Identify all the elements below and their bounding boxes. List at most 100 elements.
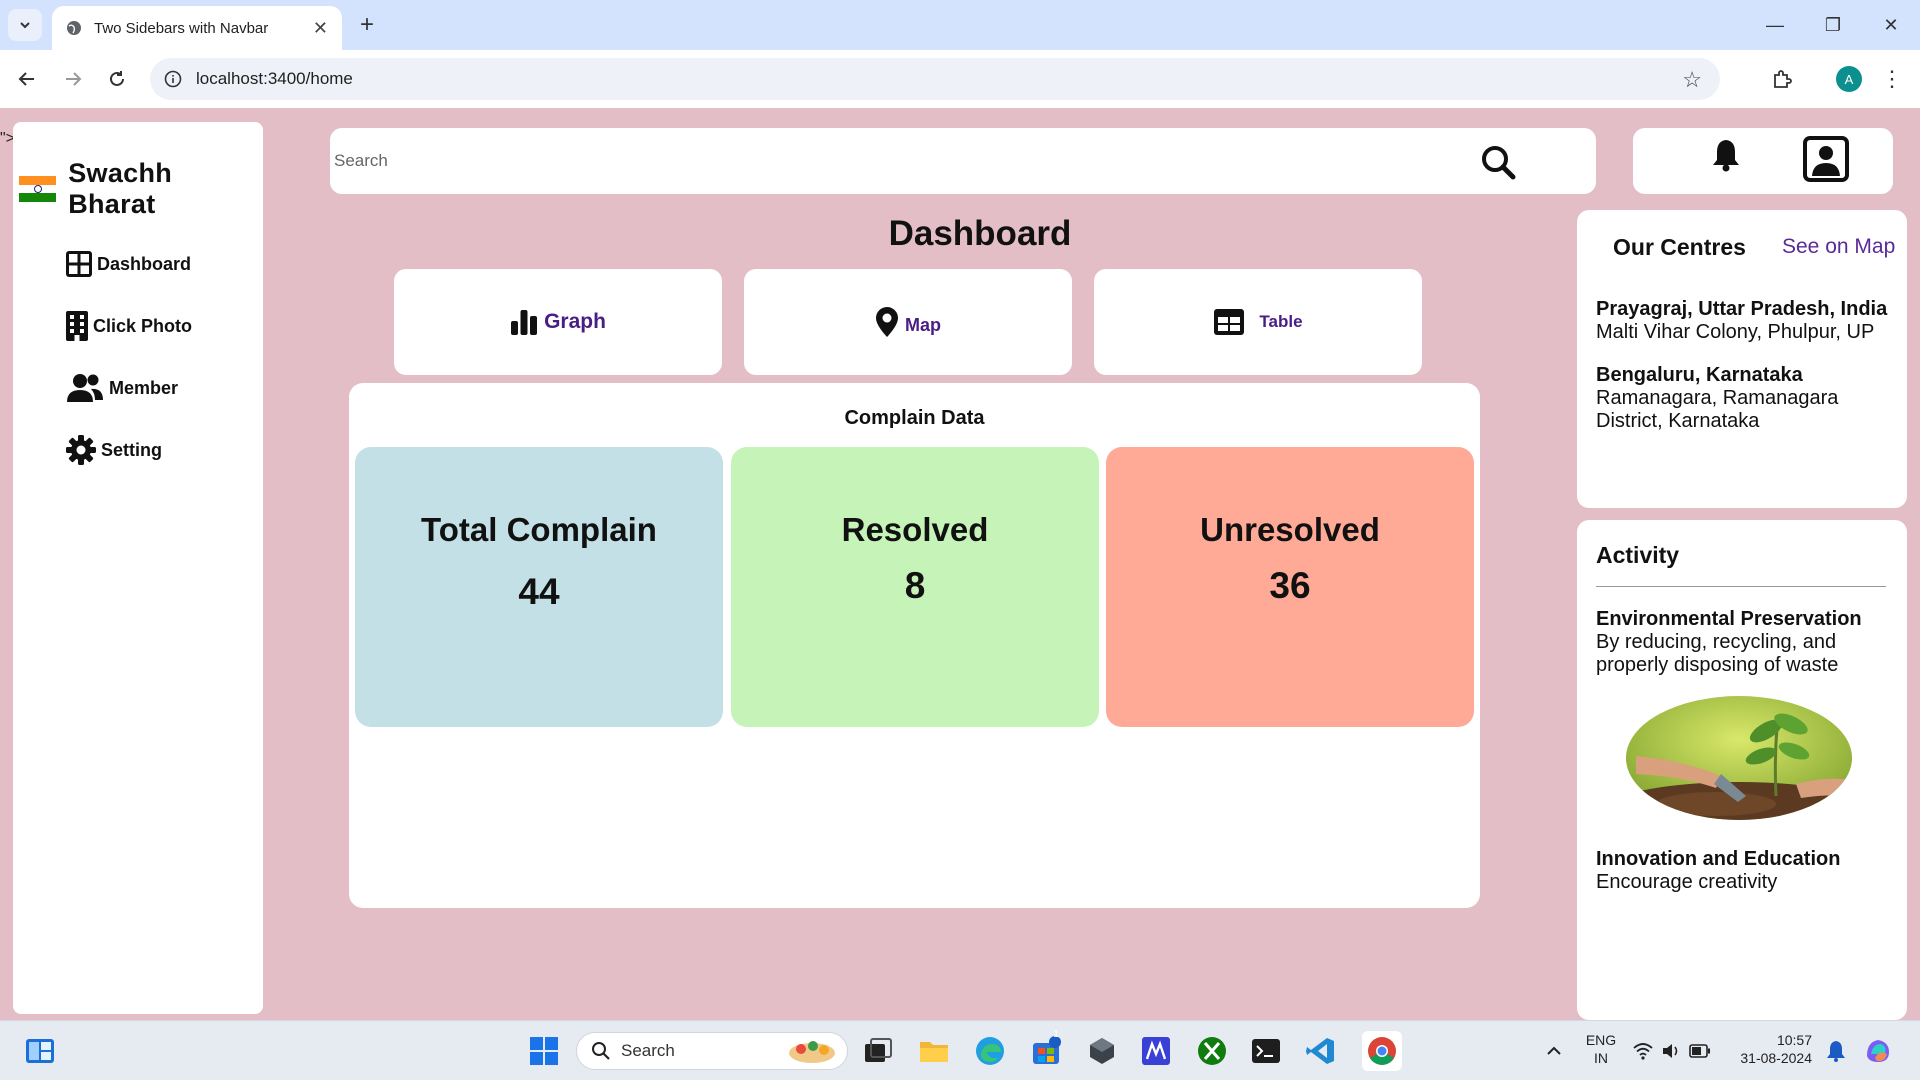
app-m-icon[interactable] — [1140, 1035, 1172, 1067]
vscode-icon[interactable] — [1304, 1035, 1336, 1067]
view-card-label: Map — [905, 314, 941, 335]
building-icon — [66, 311, 88, 341]
centres-title: Our Centres — [1613, 234, 1746, 260]
activity-name: Innovation and Education — [1596, 848, 1841, 870]
user-actions — [1633, 128, 1893, 194]
globe-icon — [67, 21, 81, 35]
xbox-icon[interactable] — [1196, 1035, 1228, 1067]
user-profile-icon — [1803, 136, 1849, 182]
windows-logo-icon — [530, 1037, 558, 1065]
left-sidebar: Swachh Bharat Dashboard Click Photo Memb… — [13, 122, 263, 1014]
stat-card-unresolved: Unresolved 36 — [1106, 447, 1474, 727]
sidebar-item-setting[interactable]: Setting — [65, 434, 192, 466]
site-info-icon[interactable] — [164, 70, 182, 88]
menu-kebab-icon[interactable]: ⋮ — [1880, 64, 1904, 94]
browser-tab[interactable]: Two Sidebars with Navbar ✕ — [52, 6, 342, 50]
wifi-icon — [1633, 1043, 1653, 1060]
task-view-icon[interactable] — [862, 1035, 894, 1067]
activity-desc: By reducing, recycling, and properly dis… — [1596, 631, 1839, 676]
sidebar-item-label: Member — [109, 377, 179, 398]
sidebar-item-dashboard[interactable]: Dashboard — [65, 248, 192, 280]
widgets-icon[interactable] — [24, 1035, 56, 1067]
gear-icon — [66, 435, 96, 465]
view-card-map[interactable]: Map — [744, 269, 1072, 375]
clock[interactable]: 10:57 31-08-2024 — [1732, 1031, 1812, 1067]
see-on-map-link[interactable]: See on Map — [1782, 235, 1895, 259]
copilot-icon[interactable] — [1862, 1035, 1894, 1067]
table-icon — [1214, 309, 1245, 335]
extensions-button[interactable] — [1764, 64, 1800, 94]
tab-close-icon[interactable]: ✕ — [313, 18, 328, 39]
taskbar-search[interactable]: Search — [576, 1032, 848, 1070]
back-button[interactable] — [12, 64, 42, 94]
chrome-icon[interactable] — [1362, 1031, 1402, 1071]
stat-label: Unresolved — [1200, 511, 1380, 548]
show-hidden-icons-chevron[interactable] — [1538, 1035, 1570, 1067]
edge-browser-icon[interactable] — [974, 1035, 1006, 1067]
planting-image — [1626, 696, 1852, 820]
file-explorer-icon[interactable] — [918, 1035, 950, 1067]
clock-time: 10:57 — [1776, 1032, 1812, 1048]
browser-toolbar: localhost:3400/home ☆ A ⋮ — [0, 50, 1920, 108]
search-highlight-icon — [789, 1041, 835, 1063]
lang-bottom: IN — [1594, 1050, 1608, 1066]
india-flag-icon — [19, 176, 57, 203]
map-pin-icon — [876, 307, 898, 337]
bookmark-star-icon[interactable]: ☆ — [1682, 67, 1702, 93]
view-card-table[interactable]: Table — [1094, 269, 1422, 375]
browser-tab-strip: Two Sidebars with Navbar ✕ + — ❐ ✕ — [0, 0, 1920, 50]
reload-button[interactable] — [102, 64, 132, 94]
address-bar[interactable]: localhost:3400/home ☆ — [150, 58, 1720, 100]
bar-chart-icon — [511, 310, 538, 335]
search-bar — [330, 128, 1596, 194]
new-tab-button[interactable]: + — [352, 10, 382, 40]
centres-panel: Our Centres See on Map Prayagraj, Uttar … — [1577, 210, 1907, 508]
chevron-down-icon — [20, 22, 30, 29]
close-window-button[interactable]: ✕ — [1862, 0, 1920, 50]
activity-title: Activity — [1596, 542, 1680, 568]
centre-item: Bengaluru, Karnataka Ramanagara, Ramanag… — [1596, 364, 1896, 433]
terminal-icon[interactable] — [1250, 1035, 1282, 1067]
arrow-right-icon — [66, 72, 82, 86]
stat-card-resolved: Resolved 8 — [731, 447, 1099, 727]
stat-label: Resolved — [841, 511, 989, 548]
stat-card-total: Total Complain 44 — [355, 447, 723, 727]
start-button[interactable] — [528, 1035, 560, 1067]
grid-icon — [66, 251, 92, 277]
clock-date: 31-08-2024 — [1740, 1050, 1812, 1066]
view-card-label: Table — [1259, 312, 1303, 331]
forward-button[interactable] — [58, 64, 88, 94]
sidebar-item-label: Click Photo — [93, 315, 193, 336]
view-card-graph[interactable]: Graph — [394, 269, 722, 375]
minimize-button[interactable]: — — [1746, 0, 1804, 50]
store-icon[interactable]: 1 — [1030, 1029, 1062, 1067]
app-cube-icon[interactable] — [1086, 1035, 1118, 1067]
language-indicator[interactable]: ENG IN — [1582, 1031, 1620, 1067]
users-icon — [67, 374, 103, 402]
notification-bell-icon[interactable] — [1820, 1035, 1852, 1067]
tab-title: Two Sidebars with Navbar — [94, 19, 269, 37]
tab-list-button[interactable] — [8, 9, 42, 41]
search-icon — [592, 1042, 610, 1060]
profile-avatar[interactable]: A — [1834, 64, 1864, 94]
restore-button[interactable]: ❐ — [1804, 0, 1862, 50]
sidebar-item-member[interactable]: Member — [65, 372, 192, 404]
puzzle-icon — [1774, 70, 1792, 88]
search-input[interactable] — [334, 146, 1434, 176]
activity-desc: Encourage creativity — [1596, 871, 1778, 893]
centre-name: Bengaluru, Karnataka — [1596, 364, 1803, 386]
system-tray-icons[interactable] — [1632, 1035, 1712, 1067]
profile-button[interactable] — [1803, 136, 1849, 187]
notifications-button[interactable] — [1711, 138, 1741, 177]
taskbar-search-label: Search — [621, 1041, 675, 1060]
url-text[interactable]: localhost:3400/home — [196, 69, 353, 89]
centre-address: Ramanagara, Ramanagara District, Karnata… — [1596, 387, 1839, 432]
brand[interactable]: Swachh Bharat — [19, 158, 263, 220]
arrow-left-icon — [18, 72, 34, 86]
complain-panel: Complain Data Total Complain 44 Resolved… — [349, 383, 1480, 908]
lang-top: ENG — [1585, 1032, 1617, 1048]
activity-panel: Activity Environmental Preservation By r… — [1577, 520, 1907, 1020]
search-icon — [1482, 146, 1516, 180]
search-button[interactable] — [1478, 142, 1518, 182]
sidebar-item-click-photo[interactable]: Click Photo — [65, 310, 192, 342]
